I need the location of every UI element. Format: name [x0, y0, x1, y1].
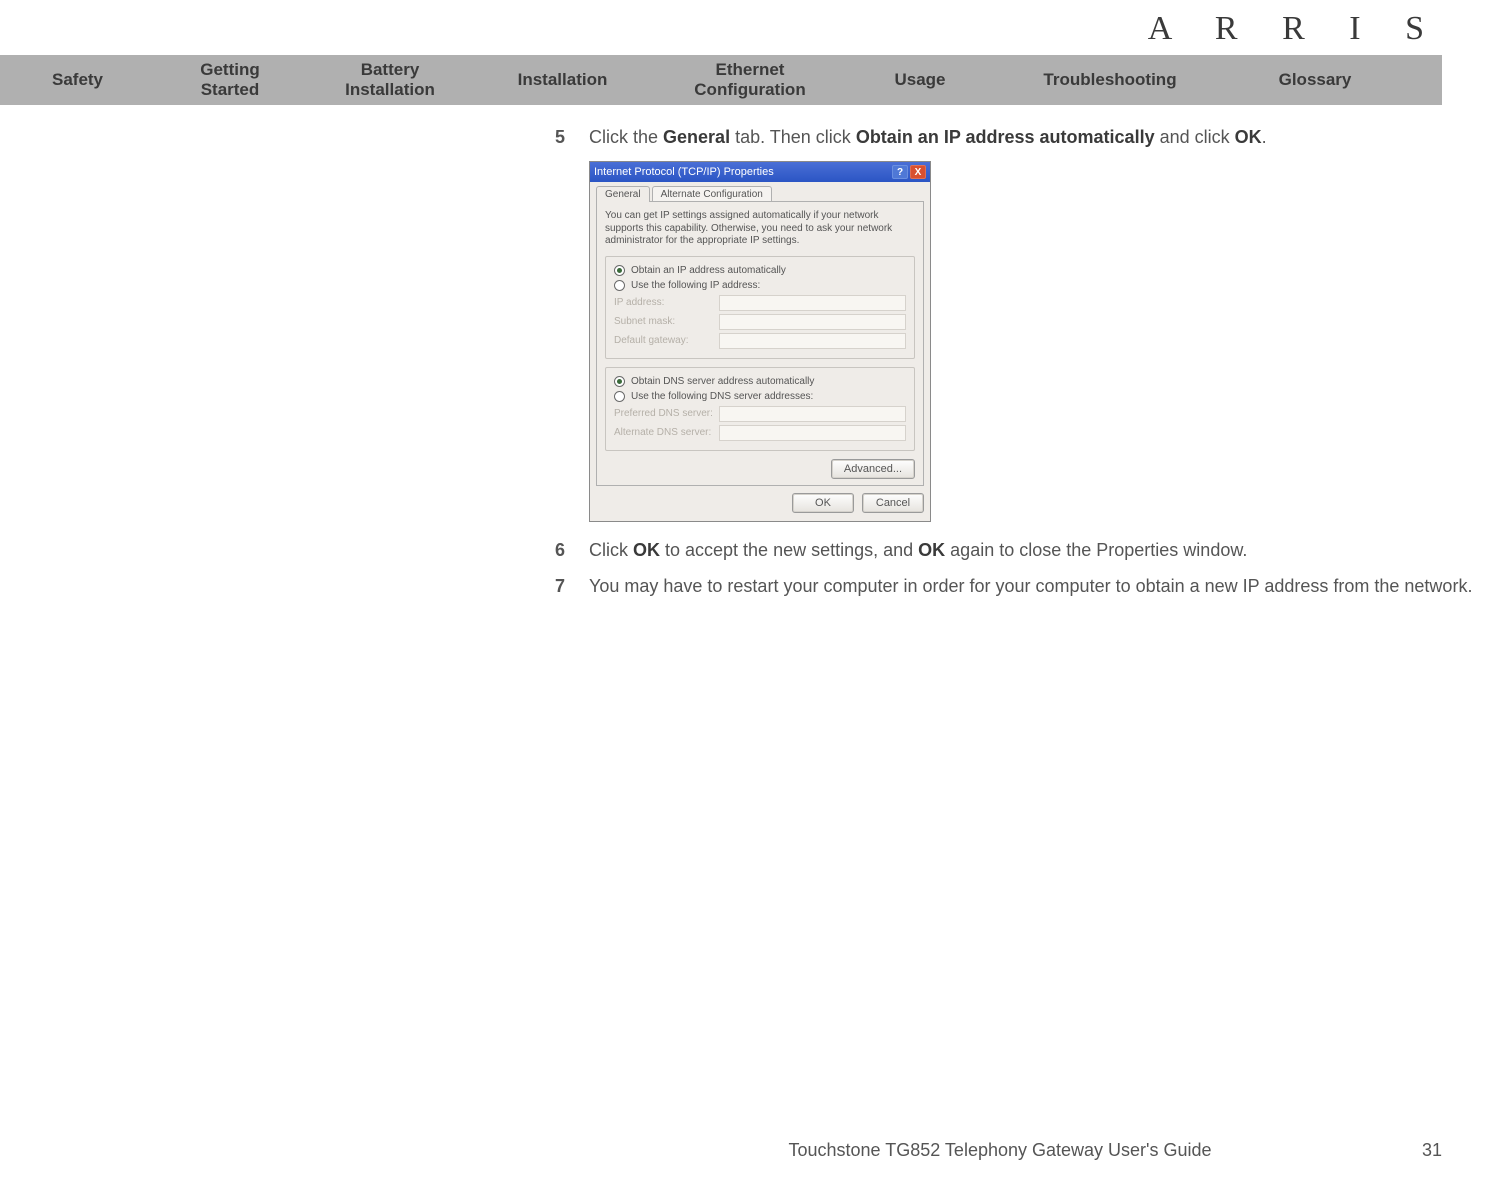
step-7-number: 7	[555, 574, 589, 598]
step-6: 6 Click OK to accept the new settings, a…	[555, 538, 1498, 562]
nav-usage[interactable]: Usage	[850, 70, 990, 90]
step-5-text-d: .	[1262, 127, 1267, 147]
nav-getting-started[interactable]: Getting Started	[155, 60, 305, 99]
step-7: 7 You may have to restart your computer …	[555, 574, 1498, 598]
help-icon[interactable]: ?	[892, 165, 908, 179]
label-dns-pref: Preferred DNS server:	[614, 408, 719, 419]
input-dns-alt[interactable]	[719, 425, 906, 441]
label-subnet: Subnet mask:	[614, 316, 719, 327]
step-5-text-b: tab. Then click	[730, 127, 856, 147]
ok-button[interactable]: OK	[792, 493, 854, 513]
top-nav: Safety Getting Started Battery Installat…	[0, 55, 1442, 105]
nav-battery-install[interactable]: Battery Installation	[305, 60, 475, 99]
nav-glossary[interactable]: Glossary	[1230, 70, 1400, 90]
radio-ip-manual-row[interactable]: Use the following IP address:	[614, 280, 906, 291]
radio-dns-manual-icon	[614, 391, 625, 402]
step-5-bold-ok: OK	[1235, 127, 1262, 147]
step-6-text-c: again to close the Properties window.	[945, 540, 1247, 560]
dialog-tabs: General Alternate Configuration	[590, 182, 930, 202]
dialog-titlebar: Internet Protocol (TCP/IP) Properties ? …	[590, 162, 930, 182]
nav-troubleshooting[interactable]: Troubleshooting	[990, 70, 1230, 90]
tcpip-properties-dialog: Internet Protocol (TCP/IP) Properties ? …	[589, 161, 931, 522]
row-subnet: Subnet mask:	[614, 314, 906, 330]
row-ip-address: IP address:	[614, 295, 906, 311]
step-5-text-c: and click	[1155, 127, 1235, 147]
step-7-body: You may have to restart your computer in…	[589, 574, 1498, 598]
ip-fieldset: Obtain an IP address automatically Use t…	[605, 256, 915, 359]
dialog-title-text: Internet Protocol (TCP/IP) Properties	[594, 166, 890, 178]
row-dns-pref: Preferred DNS server:	[614, 406, 906, 422]
radio-ip-auto-row[interactable]: Obtain an IP address automatically	[614, 265, 906, 276]
nav-installation[interactable]: Installation	[475, 70, 650, 90]
nav-ethernet-config[interactable]: Ethernet Configuration	[650, 60, 850, 99]
page-number: 31	[1422, 1140, 1442, 1161]
close-icon[interactable]: X	[910, 165, 926, 179]
step-5-text-a: Click the	[589, 127, 663, 147]
label-ip-address: IP address:	[614, 297, 719, 308]
radio-dns-auto-icon	[614, 376, 625, 387]
tab-general[interactable]: General	[596, 186, 650, 202]
radio-dns-auto-row[interactable]: Obtain DNS server address automatically	[614, 376, 906, 387]
input-gateway[interactable]	[719, 333, 906, 349]
advanced-row: Advanced...	[605, 459, 915, 479]
nav-safety[interactable]: Safety	[0, 70, 155, 90]
footer-title: Touchstone TG852 Telephony Gateway User'…	[0, 1140, 1500, 1161]
input-dns-pref[interactable]	[719, 406, 906, 422]
step-5-bold-general: General	[663, 127, 730, 147]
row-dns-alt: Alternate DNS server:	[614, 425, 906, 441]
input-subnet[interactable]	[719, 314, 906, 330]
step-6-number: 6	[555, 538, 589, 562]
step-5-number: 5	[555, 125, 589, 149]
step-6-body: Click OK to accept the new settings, and…	[589, 538, 1498, 562]
row-gateway: Default gateway:	[614, 333, 906, 349]
content-area: 5 Click the General tab. Then click Obta…	[555, 125, 1498, 610]
radio-dns-manual-row[interactable]: Use the following DNS server addresses:	[614, 391, 906, 402]
radio-ip-auto-label: Obtain an IP address automatically	[631, 265, 786, 276]
tab-alternate-configuration[interactable]: Alternate Configuration	[652, 186, 772, 202]
brand-logo: A R R I S	[1148, 10, 1442, 48]
radio-ip-auto-icon	[614, 265, 625, 276]
radio-ip-manual-label: Use the following IP address:	[631, 280, 760, 291]
label-dns-alt: Alternate DNS server:	[614, 427, 719, 438]
dialog-body: You can get IP settings assigned automat…	[596, 201, 924, 486]
step-7-text: You may have to restart your computer in…	[589, 576, 1472, 596]
step-6-text-a: Click	[589, 540, 633, 560]
advanced-button[interactable]: Advanced...	[831, 459, 915, 479]
input-ip-address[interactable]	[719, 295, 906, 311]
step-6-bold-ok2: OK	[918, 540, 945, 560]
radio-dns-auto-label: Obtain DNS server address automatically	[631, 376, 814, 387]
label-gateway: Default gateway:	[614, 335, 719, 346]
radio-ip-manual-icon	[614, 280, 625, 291]
step-5-body: Click the General tab. Then click Obtain…	[589, 125, 1498, 149]
dialog-footer: OK Cancel	[590, 493, 930, 521]
dialog-description: You can get IP settings assigned automat…	[605, 210, 915, 248]
radio-dns-manual-label: Use the following DNS server addresses:	[631, 391, 813, 402]
step-6-bold-ok1: OK	[633, 540, 660, 560]
dns-fieldset: Obtain DNS server address automatically …	[605, 367, 915, 451]
step-6-text-b: to accept the new settings, and	[660, 540, 918, 560]
step-5: 5 Click the General tab. Then click Obta…	[555, 125, 1498, 149]
cancel-button[interactable]: Cancel	[862, 493, 924, 513]
step-5-bold-obtain: Obtain an IP address automatically	[856, 127, 1155, 147]
